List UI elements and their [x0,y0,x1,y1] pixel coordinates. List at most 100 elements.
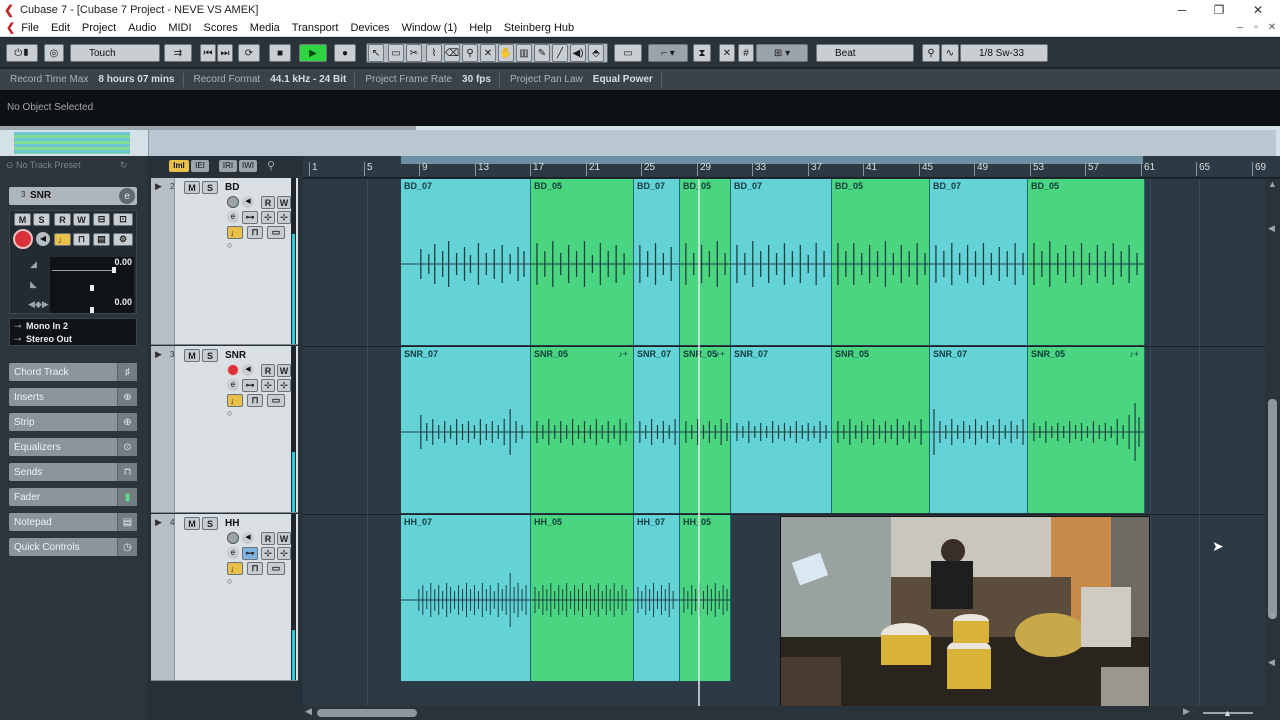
swing-icon[interactable]: ∿ [941,44,959,62]
time-base-icon[interactable]: ♩ [54,233,71,246]
erase-tool-icon[interactable]: ⌫ [444,44,460,62]
glue-tool-icon[interactable]: ⌇ [426,44,442,62]
section-sends[interactable]: Sends ⊓ [9,463,137,481]
menu-media[interactable]: Media [250,22,280,34]
constrain-delay-icon[interactable]: ◎ [44,44,64,62]
vertical-scrollbar[interactable]: ▲ ◀ ▼ ◀ [1265,179,1280,720]
section-strip[interactable]: Strip ⊕ [9,413,137,431]
pan-slider[interactable]: 0.00 [50,295,134,313]
refresh-icon[interactable]: ↻ [120,160,128,171]
lock-icon[interactable]: ⊓ [247,394,263,407]
go-to-end-icon[interactable]: ⏭ [217,44,233,62]
color-select-icon[interactable]: ▭ [614,44,642,62]
app-menu-icon[interactable]: ❮ [6,21,15,34]
folder-icon[interactable]: ⊹ [277,379,291,392]
audio-part[interactable]: BD_05 [1028,179,1145,345]
automation-mode-select[interactable]: Touch [70,44,160,62]
zoom-out-icon[interactable]: ◀ [1268,657,1275,668]
maximize-button[interactable]: ❐ [1199,0,1239,19]
record-enable-button[interactable] [227,532,239,544]
audio-part[interactable]: SNR_05 ♪+ [680,347,731,513]
write-button[interactable]: W [277,364,291,377]
inspector-track-header[interactable]: 3 SNR e [9,187,137,205]
close-button[interactable]: ✕ [1238,0,1278,19]
add-icon[interactable]: ○ [227,408,232,418]
time-base-icon[interactable]: ♩ [227,394,243,407]
pan-law-value[interactable]: Equal Power [593,74,653,85]
edit-channel-icon[interactable]: e [119,188,135,204]
menu-steinberg-hub[interactable]: Steinberg Hub [504,22,574,34]
track-hh[interactable]: ▶ 4 M S HH ◀ R W e ⊶ ⊹ ⊹ ♩ ⊓ ▭ ○ [151,514,298,681]
scroll-left-icon[interactable]: ◀ [305,706,312,717]
expand-icon[interactable]: ▶ [155,181,162,192]
play-tool-icon[interactable]: ◀) [570,44,586,62]
mute-tool-icon[interactable]: ✕ [480,44,496,62]
mute-button[interactable]: M [184,517,200,530]
track-name[interactable]: HH [225,518,239,529]
lanes-icon[interactable]: ⊶ [242,379,258,392]
punch-icon[interactable]: ⇉ [164,44,192,62]
time-base-icon[interactable]: ♩ [227,562,243,575]
track-name[interactable]: SNR [225,350,246,361]
record-enable-button[interactable] [227,196,239,208]
delay-handle[interactable] [90,285,94,291]
audio-part[interactable]: BD_07 [634,179,680,345]
menu-midi[interactable]: MIDI [168,22,191,34]
track-search-icon[interactable]: ⚲ [267,159,275,172]
automation-icon[interactable]: ⊹ [261,211,275,224]
solo-button[interactable]: S [202,349,218,362]
audio-part[interactable]: HH_07 [634,515,680,681]
menu-help[interactable]: Help [469,22,492,34]
section-chord-track[interactable]: Chord Track ♯ [9,363,137,381]
object-selection-tool-icon[interactable]: ↖ [368,44,384,62]
nudge-icon[interactable]: ⌐ ▾ [648,44,688,62]
snap-type-select[interactable]: Beat [816,44,914,62]
menu-transport[interactable]: Transport [292,22,339,34]
folder-icon[interactable]: ⊹ [277,211,291,224]
menu-project[interactable]: Project [82,22,116,34]
cycle-icon[interactable]: ⟳ [238,44,260,62]
monitor-icon[interactable]: ◀ [242,196,254,208]
mute-button[interactable]: M [14,213,31,226]
audio-part[interactable]: HH_07 [401,515,531,681]
time-base-icon[interactable]: ♩ [227,226,243,239]
track-snr[interactable]: ▶ 3 M S SNR ◀ R W e ⊶ ⊹ ⊹ ♩ ⊓ ▭ ○ [151,346,298,513]
lane-display-icon[interactable]: ▭ [267,226,285,239]
lanes-icon[interactable]: ⊟ [93,213,110,226]
edit-channel-icon[interactable]: e [227,211,239,223]
audio-part[interactable]: SNR_07 [731,347,832,513]
scroll-up-icon[interactable]: ▲ [1268,179,1277,189]
lane-display-icon[interactable]: ▤ [93,233,110,246]
horizontal-scroll-thumb[interactable] [317,709,417,717]
audio-part[interactable]: BD_05 [680,179,731,345]
split-tool-icon[interactable]: ✂ [406,44,422,62]
track-name[interactable]: BD [225,182,239,193]
mute-button[interactable]: M [184,349,200,362]
lanes-icon[interactable]: ⊶ [242,211,258,224]
lane-display-icon[interactable]: ▭ [267,394,285,407]
lanes-icon[interactable]: ⊶ [242,547,258,560]
audio-part[interactable]: SNR_05 ♪+ [1028,347,1145,513]
track-controls-icon[interactable]: IEI [191,160,209,172]
monitor-icon[interactable]: ◀ [36,232,50,246]
audio-part[interactable]: BD_07 [731,179,832,345]
scroll-down-icon[interactable]: ▼ [1268,611,1277,621]
hand-tool-icon[interactable]: ✋ [498,44,514,62]
freeze-icon[interactable]: ⊡ [113,213,133,226]
write-button[interactable]: W [73,213,90,226]
zoom-tool-icon[interactable]: ⚲ [462,44,478,62]
automation-icon[interactable]: ⊹ [261,379,275,392]
zoom-handle[interactable]: ▲ [1223,708,1232,718]
play-button[interactable]: ▶ [299,44,327,62]
snap-type-icon[interactable]: ⊞ ▾ [756,44,808,62]
audio-part[interactable]: SNR_05 [832,347,930,513]
audio-part[interactable]: SNR_07 [930,347,1028,513]
folder-icon[interactable]: ⊹ [277,547,291,560]
project-overview[interactable] [0,126,1280,156]
mute-button[interactable]: M [184,181,200,194]
section-equalizers[interactable]: Equalizers ⊙ [9,438,137,456]
menu-audio[interactable]: Audio [128,22,156,34]
section-fader[interactable]: Fader ▮ [9,488,137,506]
snap-zero-crossing-icon[interactable]: ⚲ [922,44,940,62]
lock-icon[interactable]: ⊓ [247,226,263,239]
